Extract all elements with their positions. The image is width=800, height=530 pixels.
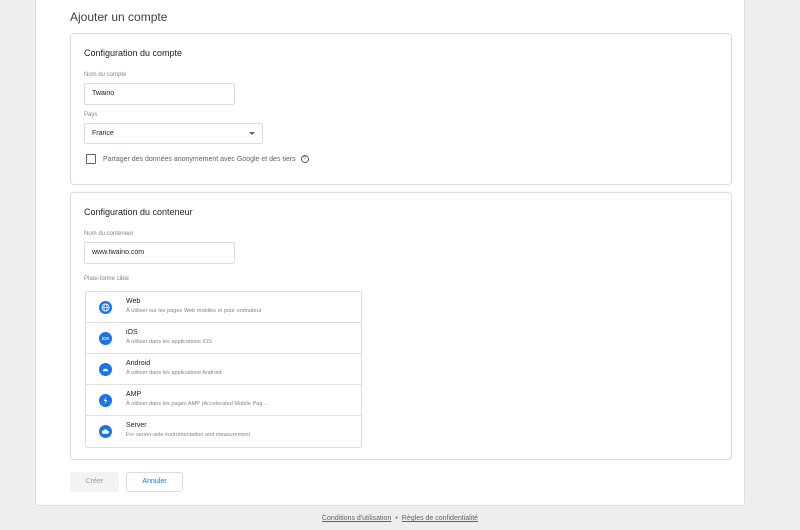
account-name-input[interactable]: Twaino <box>84 83 235 105</box>
platform-name: Android <box>126 360 151 367</box>
amp-bolt-icon <box>99 394 112 407</box>
platform-description: À utiliser dans les applications Android <box>126 370 222 376</box>
create-button[interactable]: Créer <box>70 472 119 492</box>
platform-description: For server-side instrumentation and meas… <box>126 432 251 438</box>
android-icon <box>99 363 112 376</box>
target-platform-label: Plate-forme cible <box>84 276 130 282</box>
platform-name: AMP <box>126 391 142 398</box>
cancel-button[interactable]: Annuler <box>126 472 183 492</box>
account-section-title: Configuration du compte <box>84 48 183 58</box>
globe-icon <box>99 301 112 314</box>
platform-name: iOS <box>126 329 138 336</box>
platform-option-server[interactable]: Server For server-side instrumentation a… <box>86 416 361 447</box>
account-name-label: Nom du compte <box>84 72 127 78</box>
country-select[interactable]: France <box>84 123 263 144</box>
platform-option-android[interactable]: Android À utiliser dans les applications… <box>86 354 361 385</box>
container-name-label: Nom du conteneur <box>84 231 134 237</box>
share-data-row: Partager des données anonymement avec Go… <box>86 154 309 164</box>
share-data-label: Partager des données anonymement avec Go… <box>103 155 296 163</box>
platform-option-ios[interactable]: iOS iOS À utiliser dans les applications… <box>86 323 361 354</box>
platform-description: À utiliser dans les pages AMP (Accelerat… <box>126 401 268 407</box>
platform-option-web[interactable]: Web À utiliser sur les pages Web mobiles… <box>86 292 361 323</box>
country-select-value: France <box>92 130 114 137</box>
cloud-icon <box>99 425 112 438</box>
platform-list: Web À utiliser sur les pages Web mobiles… <box>85 291 362 448</box>
ios-icon: iOS <box>99 332 112 345</box>
platform-description: À utiliser dans les applications iOS <box>126 339 212 345</box>
footer: Conditions d'utilisation • Règles de confi… <box>0 515 800 522</box>
svg-text:iOS: iOS <box>102 336 109 341</box>
country-label: Pays <box>84 112 98 118</box>
privacy-link[interactable]: Règles de confidentialité <box>402 515 478 522</box>
account-config-section: Configuration du compte Nom du compte Tw… <box>70 33 732 185</box>
container-config-section: Configuration du conteneur Nom du conten… <box>70 192 732 460</box>
share-data-checkbox[interactable] <box>86 154 96 164</box>
platform-option-amp[interactable]: AMP À utiliser dans les pages AMP (Accel… <box>86 385 361 416</box>
chevron-down-icon <box>249 132 255 135</box>
platform-description: À utiliser sur les pages Web mobiles et … <box>126 308 262 314</box>
platform-name: Web <box>126 298 141 305</box>
platform-name: Server <box>126 422 147 429</box>
help-circle-icon[interactable]: ? <box>300 155 309 163</box>
container-name-input[interactable]: www.twaino.com <box>84 242 235 264</box>
add-account-card: Ajouter un compte Configuration du compt… <box>35 0 745 506</box>
page-title: Ajouter un compte <box>70 10 168 24</box>
terms-link[interactable]: Conditions d'utilisation <box>322 515 391 522</box>
footer-separator: • <box>395 515 398 522</box>
container-section-title: Configuration du conteneur <box>84 207 193 217</box>
